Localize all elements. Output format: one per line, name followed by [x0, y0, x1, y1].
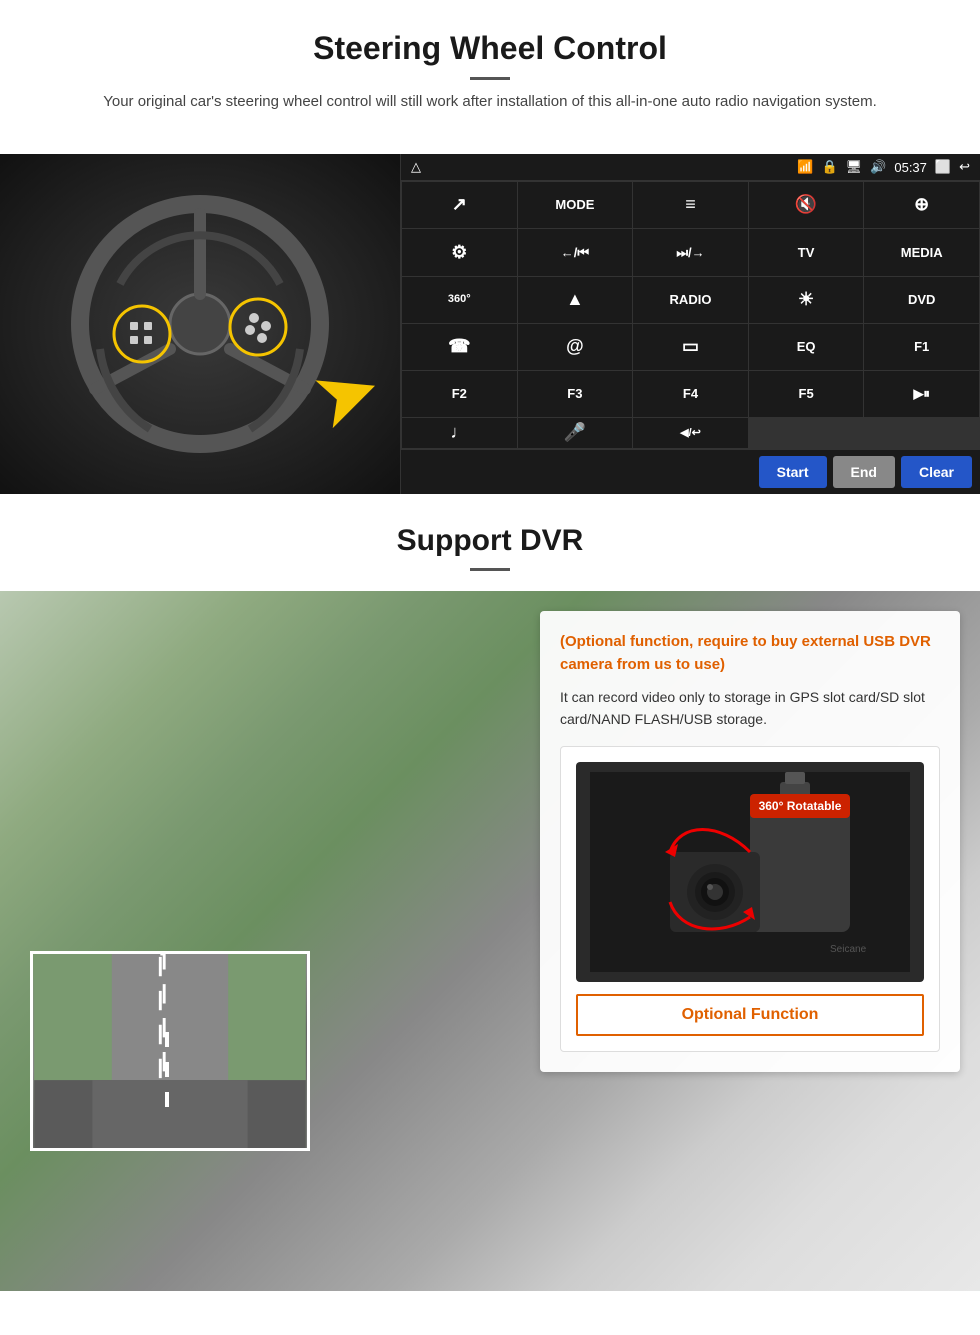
back-icon: ↩: [959, 159, 970, 175]
ui-btn-brightness[interactable]: ☀: [749, 277, 864, 323]
svg-text:Seicane: Seicane: [830, 944, 867, 955]
road-svg: [33, 954, 307, 1148]
ui-btn-menu[interactable]: ≡: [633, 182, 748, 228]
svg-text:360° Rotatable: 360° Rotatable: [759, 799, 842, 813]
ui-btn-360[interactable]: 360°: [402, 277, 517, 323]
camera-svg: 360° Rotatable Seicane: [590, 772, 910, 972]
ui-btn-dvd[interactable]: DVD: [864, 277, 979, 323]
screen-icon: 🖥: [846, 159, 863, 175]
ui-btn-mute[interactable]: 🔇: [749, 182, 864, 228]
dvr-section: Support DVR (Optional function, require …: [0, 494, 980, 1291]
dvr-title: Support DVR: [20, 524, 960, 558]
ui-btn-prev[interactable]: ←/⏮: [518, 229, 633, 275]
steering-wheel-section: Steering Wheel Control Your original car…: [0, 0, 980, 154]
dvr-optional-note: (Optional function, require to buy exter…: [560, 631, 940, 676]
ui-btn-next[interactable]: ⏭/→: [633, 229, 748, 275]
wifi-icon: 📶: [797, 159, 813, 175]
dvr-small-photo: [30, 951, 310, 1151]
window-icon: ⬜: [935, 159, 951, 175]
ui-btn-mic[interactable]: 🎤: [518, 418, 633, 448]
ui-btn-settings[interactable]: ⚙: [402, 229, 517, 275]
ui-status-bar: △ 📶 🔒 🖥 🔊 05:37 ⬜ ↩: [401, 154, 980, 181]
home-icon: △: [411, 159, 421, 175]
status-time: 05:37: [894, 160, 927, 175]
steering-wheel-photo: ➤: [0, 154, 400, 494]
ui-btn-phone[interactable]: ☎: [402, 324, 517, 370]
camera-svg-container: 360° Rotatable Seicane: [576, 762, 924, 982]
end-button[interactable]: End: [833, 456, 895, 488]
ui-btn-media[interactable]: MEDIA: [864, 229, 979, 275]
dvr-content: (Optional function, require to buy exter…: [0, 591, 980, 1291]
ui-btn-f5[interactable]: F5: [749, 371, 864, 417]
dvr-description: It can record video only to storage in G…: [560, 686, 940, 731]
dvr-road-image: [33, 954, 307, 1148]
ui-bottom-row: Start End Clear: [401, 449, 980, 494]
optional-function-button[interactable]: Optional Function: [576, 994, 924, 1036]
ui-btn-music[interactable]: ♩: [402, 418, 517, 448]
ui-btn-navigate[interactable]: ↗: [402, 182, 517, 228]
ui-btn-mode[interactable]: MODE: [518, 182, 633, 228]
dvr-title-area: Support DVR: [0, 494, 980, 591]
camera-image-area: 360° Rotatable Seicane: [576, 762, 924, 982]
ui-btn-playpause[interactable]: ▶⏸: [864, 371, 979, 417]
ui-btn-skip[interactable]: ◀/↩: [633, 418, 748, 448]
steering-wheel-svg: [70, 194, 330, 454]
ui-btn-eject[interactable]: ▲: [518, 277, 633, 323]
camera-card: 360° Rotatable Seicane Optional Function: [560, 746, 940, 1052]
swc-container: ➤ △ 📶 🔒 🖥 🔊 05:37 ⬜ ↩ ↗ MODE ≡ �: [0, 154, 980, 494]
ui-buttons-grid: ↗ MODE ≡ 🔇 ⊕ ⚙ ←/⏮ ⏭/→ TV MEDIA 360° ▲ R…: [401, 181, 980, 449]
dvr-info-card: (Optional function, require to buy exter…: [540, 611, 960, 1072]
ui-btn-f3[interactable]: F3: [518, 371, 633, 417]
ui-btn-tv[interactable]: TV: [749, 229, 864, 275]
ui-btn-screen[interactable]: ▭: [633, 324, 748, 370]
section1-title: Steering Wheel Control: [40, 30, 940, 67]
ui-btn-eq[interactable]: EQ: [749, 324, 864, 370]
ui-btn-f2[interactable]: F2: [402, 371, 517, 417]
dvr-divider: [470, 568, 510, 571]
steering-wheel-bg: ➤: [0, 154, 400, 494]
status-right: 📶 🔒 🖥 🔊 05:37 ⬜ ↩: [797, 159, 970, 175]
swc-ui-panel: △ 📶 🔒 🖥 🔊 05:37 ⬜ ↩ ↗ MODE ≡ 🔇 ⊕ ⚙ ←/⏮ ⏭: [400, 154, 980, 494]
section1-description: Your original car's steering wheel contr…: [80, 90, 900, 114]
status-left: △: [411, 159, 421, 175]
clear-button[interactable]: Clear: [901, 456, 972, 488]
ui-btn-radio[interactable]: RADIO: [633, 277, 748, 323]
volume-icon: 🔊: [870, 159, 886, 175]
section1-divider: [470, 77, 510, 80]
ui-btn-f1[interactable]: F1: [864, 324, 979, 370]
ui-btn-internet[interactable]: @: [518, 324, 633, 370]
lock-icon: 🔒: [821, 159, 837, 175]
ui-btn-f4[interactable]: F4: [633, 371, 748, 417]
ui-btn-apps[interactable]: ⊕: [864, 182, 979, 228]
start-button[interactable]: Start: [759, 456, 827, 488]
